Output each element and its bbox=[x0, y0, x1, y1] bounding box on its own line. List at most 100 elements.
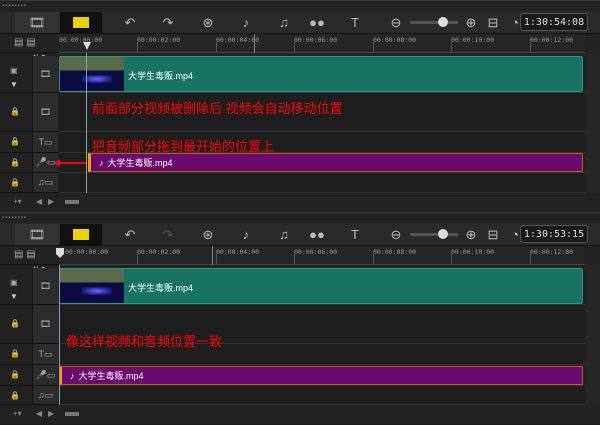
time-ruler[interactable]: 00:00:00:00 00:00:02:00 00:00:04:00 00:0… bbox=[56, 246, 585, 265]
subtitle-editor-icon[interactable]: T bbox=[345, 224, 365, 245]
overlay-track-icon: 🎞 bbox=[32, 305, 58, 343]
scroll-left-icon[interactable]: ◀ bbox=[36, 409, 42, 418]
storyboard-view-icon[interactable]: 🎞 bbox=[15, 224, 59, 245]
lock-icon[interactable]: 🔒 bbox=[10, 319, 20, 328]
zoom-in-icon[interactable]: ⊕ bbox=[463, 224, 479, 245]
music-track[interactable] bbox=[59, 386, 585, 405]
vertical-scrollbar[interactable] bbox=[585, 265, 600, 405]
zoom-slider[interactable] bbox=[410, 229, 458, 239]
motion-tracking-icon[interactable]: ●● bbox=[306, 224, 328, 245]
zoom-slider-knob[interactable] bbox=[438, 17, 448, 27]
video-track-icon: 🎞 bbox=[32, 56, 58, 92]
music-track-icon: ♫▭ bbox=[32, 173, 58, 192]
voice-track[interactable]: ♪ 大学生毒贩.mp4 bbox=[59, 365, 585, 386]
zoom-slider[interactable] bbox=[410, 17, 458, 27]
track-manager-icons[interactable]: ▤ ▤ bbox=[0, 246, 59, 265]
scroll-left-icon[interactable]: ◀ bbox=[36, 197, 42, 206]
video-track[interactable]: 大学生毒贩.mp4 bbox=[59, 56, 585, 93]
scroll-thumb[interactable] bbox=[65, 412, 79, 416]
timeline-scroll-bar: +▾ ◀ ▶ bbox=[0, 405, 600, 423]
scroll-thumb[interactable] bbox=[65, 200, 79, 204]
timeline-view-icon[interactable] bbox=[60, 12, 102, 33]
lock-icon[interactable]: 🔒 bbox=[10, 158, 20, 167]
video-clip-name: 大学生毒贩.mp4 bbox=[128, 283, 194, 293]
fit-project-icon[interactable]: ⊟ bbox=[485, 12, 501, 33]
video-clip[interactable]: 大学生毒贩.mp4 bbox=[59, 268, 583, 304]
voice-track[interactable]: ♪ 大学生毒贩.mp4 bbox=[59, 153, 585, 173]
video-clip-name: 大学生毒贩.mp4 bbox=[128, 71, 194, 81]
zoom-slider-knob[interactable] bbox=[438, 229, 448, 239]
time-ruler[interactable]: 00:00:00:00 00:00:02:00 00:00:04:00 00:0… bbox=[59, 34, 585, 53]
voice-track-header: 🔒 🎤▭ bbox=[0, 153, 59, 173]
subtitle-editor-icon[interactable]: T bbox=[345, 12, 365, 33]
timecode-display[interactable]: 1:30:54:08 bbox=[520, 13, 588, 31]
clip-thumbnail bbox=[60, 269, 124, 303]
ruler-label: 00:00:08:00 bbox=[373, 36, 417, 44]
storyboard-view-icon[interactable]: 🎞 bbox=[15, 12, 59, 33]
scroll-right-icon[interactable]: ▶ bbox=[48, 409, 54, 418]
playhead-marker[interactable] bbox=[83, 42, 91, 50]
drag-grip[interactable]: ▪▪▪▪▪▪▪▪ bbox=[2, 3, 27, 9]
lock-icon[interactable]: 🔒 bbox=[10, 137, 20, 146]
drag-grip[interactable]: ▪▪▪▪▪▪▪▪ bbox=[2, 215, 27, 221]
video-clip[interactable]: 大学生毒贩.mp4 bbox=[59, 56, 583, 92]
zoom-out-icon[interactable]: ⊖ bbox=[388, 12, 404, 33]
timeline-panel-bottom: ▪▪▪▪▪▪▪▪ 🎞 ↶ ↷ ⊛ ♪ ♫ ●● T ⊖ ⊕ ⊟ ◔ 1:30:5… bbox=[0, 212, 600, 424]
audio-clip[interactable]: ♪ 大学生毒贩.mp4 bbox=[59, 366, 583, 385]
record-capture-icon[interactable]: ⊛ bbox=[198, 224, 218, 245]
annotation-text: 像这样视频和音频位置一致 bbox=[66, 334, 223, 349]
motion-tracking-icon[interactable]: ●● bbox=[306, 12, 328, 33]
ruler-label: 00:00:00:00 bbox=[65, 248, 109, 256]
record-capture-icon[interactable]: ⊛ bbox=[198, 12, 218, 33]
expand-arrow-icon[interactable]: ▼ bbox=[10, 292, 18, 301]
scroll-right-icon[interactable]: ▶ bbox=[48, 197, 54, 206]
lock-icon[interactable]: 🔒 bbox=[10, 370, 20, 379]
lock-icon[interactable]: 🔒 bbox=[10, 349, 20, 358]
lock-icon[interactable]: 🔒 bbox=[10, 107, 20, 116]
music-track-icon: ♫▭ bbox=[32, 386, 58, 404]
undo-icon[interactable]: ↶ bbox=[120, 12, 140, 33]
audio-icon: ♪ bbox=[70, 370, 75, 381]
auto-music-icon[interactable]: ♫ bbox=[274, 12, 294, 33]
ruler-label: 00:00:12:00 bbox=[530, 36, 574, 44]
toolbar: 🎞 ↶ ↷ ⊛ ♪ ♫ ●● T ⊖ ⊕ ⊟ ◔ 1:30:53:15 bbox=[0, 223, 600, 246]
ruler-label: 00:00:02:00 bbox=[137, 248, 181, 256]
voice-track-header: 🔒 🎤▭ bbox=[0, 365, 59, 386]
timeline-scroll-bar: +▾ ◀ ▶ bbox=[0, 193, 600, 211]
video-track[interactable]: 大学生毒贩.mp4 bbox=[59, 268, 585, 305]
track-manager-icons[interactable]: ▤ ▤ bbox=[0, 34, 59, 53]
track-settings-icon[interactable]: ▣ bbox=[10, 66, 18, 75]
add-track-button[interactable]: +▾ bbox=[13, 197, 22, 206]
audio-clip[interactable]: ♪ 大学生毒贩.mp4 bbox=[88, 153, 583, 172]
ruler-label: 00:00:10:00 bbox=[451, 248, 495, 256]
music-track[interactable] bbox=[59, 173, 585, 193]
title-track-icon: T▭ bbox=[32, 132, 58, 152]
overlay-track-icon: 🎞 bbox=[32, 93, 58, 131]
undo-icon[interactable]: ↶ bbox=[120, 224, 140, 245]
add-track-button[interactable]: +▾ bbox=[13, 409, 22, 418]
zoom-in-icon[interactable]: ⊕ bbox=[463, 12, 479, 33]
ruler-label: 00:00:06:00 bbox=[294, 248, 338, 256]
vertical-scrollbar[interactable] bbox=[585, 53, 600, 193]
music-track-header: 🔒 ♫▭ bbox=[0, 386, 59, 405]
ruler-label: 00:00:06:00 bbox=[294, 36, 338, 44]
auto-music-icon[interactable]: ♫ bbox=[274, 224, 294, 245]
redo-icon[interactable]: ↷ bbox=[158, 224, 178, 245]
ruler-label: 00:00:04:00 bbox=[216, 36, 260, 44]
video-track-icon: 🎞 bbox=[32, 268, 58, 304]
lock-icon[interactable]: 🔒 bbox=[10, 178, 20, 187]
timeline-view-icon[interactable] bbox=[60, 224, 102, 245]
timecode-display[interactable]: 1:30:53:15 bbox=[520, 225, 588, 243]
audio-clip-name: 大学生毒贩.mp4 bbox=[78, 371, 144, 381]
overlay-track-header: 🔒 🎞 bbox=[0, 93, 59, 132]
expand-arrow-icon[interactable]: ▼ bbox=[10, 80, 18, 89]
fit-project-icon[interactable]: ⊟ bbox=[485, 224, 501, 245]
lock-icon[interactable]: 🔒 bbox=[10, 391, 20, 400]
sound-mixer-icon[interactable]: ♪ bbox=[236, 12, 256, 33]
track-settings-icon[interactable]: ▣ bbox=[10, 278, 18, 287]
sound-mixer-icon[interactable]: ♪ bbox=[236, 224, 256, 245]
zoom-out-icon[interactable]: ⊖ bbox=[388, 224, 404, 245]
clip-thumbnail bbox=[60, 57, 124, 91]
redo-icon[interactable]: ↷ bbox=[158, 12, 178, 33]
ruler-label: 00:00:12:00 bbox=[530, 248, 574, 256]
